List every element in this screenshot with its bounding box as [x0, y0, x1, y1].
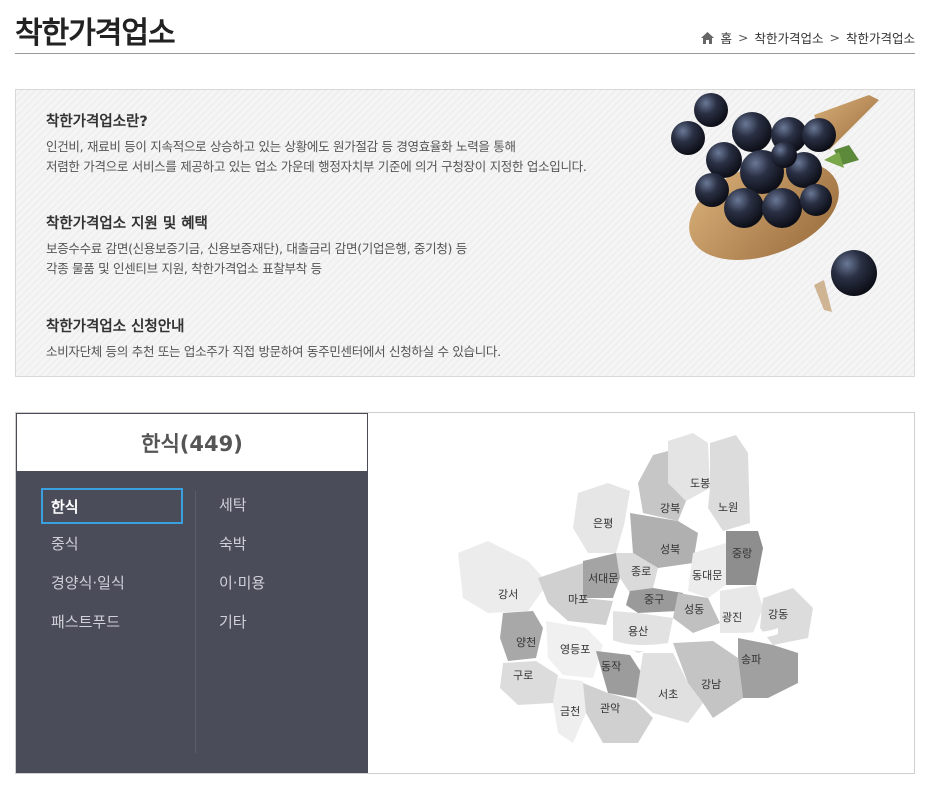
district-songpa[interactable]: [738, 638, 798, 698]
label-eunpyeong: 은평: [593, 517, 613, 530]
seoul-map: 도봉 노원 강북 은평 성북 중랑 종로 서대문 동대문 강서 마포 중구 성동…: [368, 413, 914, 773]
district-gwangjin[interactable]: [720, 585, 763, 633]
category-korean[interactable]: 한식: [41, 488, 183, 524]
label-dongdaemun: 동대문: [692, 569, 722, 582]
category-map-box: 한식(449) 한식 중식 경양식·일식 패스트푸드 세탁 숙박 이·미용 기타: [15, 412, 915, 774]
info-text: 각종 물품 및 인센티브 지원, 착한가격업소 표찰부착 등: [46, 261, 322, 276]
label-gwangjin: 광진: [722, 611, 742, 624]
blueberry-spoon-image: [671, 93, 879, 312]
breadcrumb-current: 착한가격업소: [845, 31, 915, 46]
label-seocho: 서초: [658, 688, 678, 701]
label-seongdong: 성동: [684, 603, 704, 616]
info-text: 소비자단체 등의 추천 또는 업소주가 직접 방문하여 동주민센터에서 신청하실…: [46, 344, 501, 359]
info-heading: 착한가격업소 신청안내: [46, 319, 185, 335]
label-nowon: 노원: [718, 501, 738, 514]
district-guro[interactable]: [500, 661, 558, 705]
info-section-benefits: 착한가격업소 지원 및 혜택 보증수수료 감면(신용보증기금, 신용보증재단),…: [46, 212, 467, 279]
category-title: 한식(449): [16, 413, 368, 472]
category-western-japanese[interactable]: 경양식·일식: [41, 566, 183, 602]
info-section-application: 착한가격업소 신청안내 소비자단체 등의 추천 또는 업소주가 직접 방문하여 …: [46, 315, 501, 362]
category-lodging[interactable]: 숙박: [209, 527, 351, 563]
label-songpa: 송파: [741, 653, 761, 666]
category-etc[interactable]: 기타: [209, 605, 351, 641]
label-jungnang: 중랑: [732, 547, 752, 560]
breadcrumb-separator: >: [738, 30, 749, 45]
info-heading: 착한가격업소 지원 및 혜택: [46, 216, 208, 232]
home-icon[interactable]: [701, 31, 715, 44]
category-fastfood[interactable]: 패스트푸드: [41, 605, 183, 641]
label-seongbuk: 성북: [660, 543, 680, 556]
label-mapo: 마포: [568, 593, 588, 606]
label-seodaemun: 서대문: [588, 572, 618, 585]
breadcrumb: 홈 > 착한가격업소 > 착한가격업소: [701, 28, 915, 47]
label-yangcheon: 양천: [516, 635, 536, 649]
breadcrumb-separator: >: [829, 30, 840, 45]
label-guro: 구로: [513, 669, 533, 682]
breadcrumb-item[interactable]: 착한가격업소: [754, 28, 823, 47]
info-section-about: 착한가격업소란? 인건비, 재료비 등이 지속적으로 상승하고 있는 상황에도 …: [46, 110, 587, 177]
label-yongsan: 용산: [628, 625, 648, 638]
page-title: 착한가격업소: [15, 16, 176, 51]
info-text: 저렴한 가격으로 서비스를 제공하고 있는 업소 가운데 행정자치부 기준에 의…: [46, 159, 587, 174]
breadcrumb-home[interactable]: 홈: [720, 28, 732, 47]
seoul-district-map: 도봉 노원 강북 은평 성북 중랑 종로 서대문 동대문 강서 마포 중구 성동…: [458, 433, 813, 743]
category-panel: 한식(449) 한식 중식 경양식·일식 패스트푸드 세탁 숙박 이·미용 기타: [16, 413, 368, 773]
label-geumcheon: 금천: [560, 704, 580, 718]
label-gangseo: 강서: [498, 588, 518, 601]
info-text: 인건비, 재료비 등이 지속적으로 상승하고 있는 상황에도 원가절감 등 경영…: [46, 139, 516, 154]
label-dobong: 도봉: [690, 477, 710, 490]
district-gangseo[interactable]: [458, 541, 548, 613]
label-gangdong: 강동: [768, 608, 788, 621]
label-dongjak: 동작: [601, 660, 621, 673]
label-junggu: 중구: [644, 593, 664, 606]
info-box: 착한가격업소란? 인건비, 재료비 등이 지속적으로 상승하고 있는 상황에도 …: [15, 89, 915, 377]
label-gangbuk: 강북: [660, 502, 680, 515]
label-jongno: 종로: [631, 565, 651, 578]
label-yeongdeungpo: 영등포: [560, 643, 590, 656]
label-gwanak: 관악: [600, 702, 620, 715]
info-text: 보증수수료 감면(신용보증기금, 신용보증재단), 대출금리 감면(기업은행, …: [46, 241, 467, 256]
column-divider: [195, 491, 196, 753]
label-gangnam: 강남: [701, 678, 721, 691]
category-beauty[interactable]: 이·미용: [209, 566, 351, 602]
district-nowon[interactable]: [708, 435, 750, 531]
title-divider: [15, 53, 915, 54]
info-heading: 착한가격업소란?: [46, 114, 148, 130]
category-laundry[interactable]: 세탁: [209, 488, 351, 524]
district-dongjak[interactable]: [596, 651, 643, 698]
category-chinese[interactable]: 중식: [41, 527, 183, 563]
